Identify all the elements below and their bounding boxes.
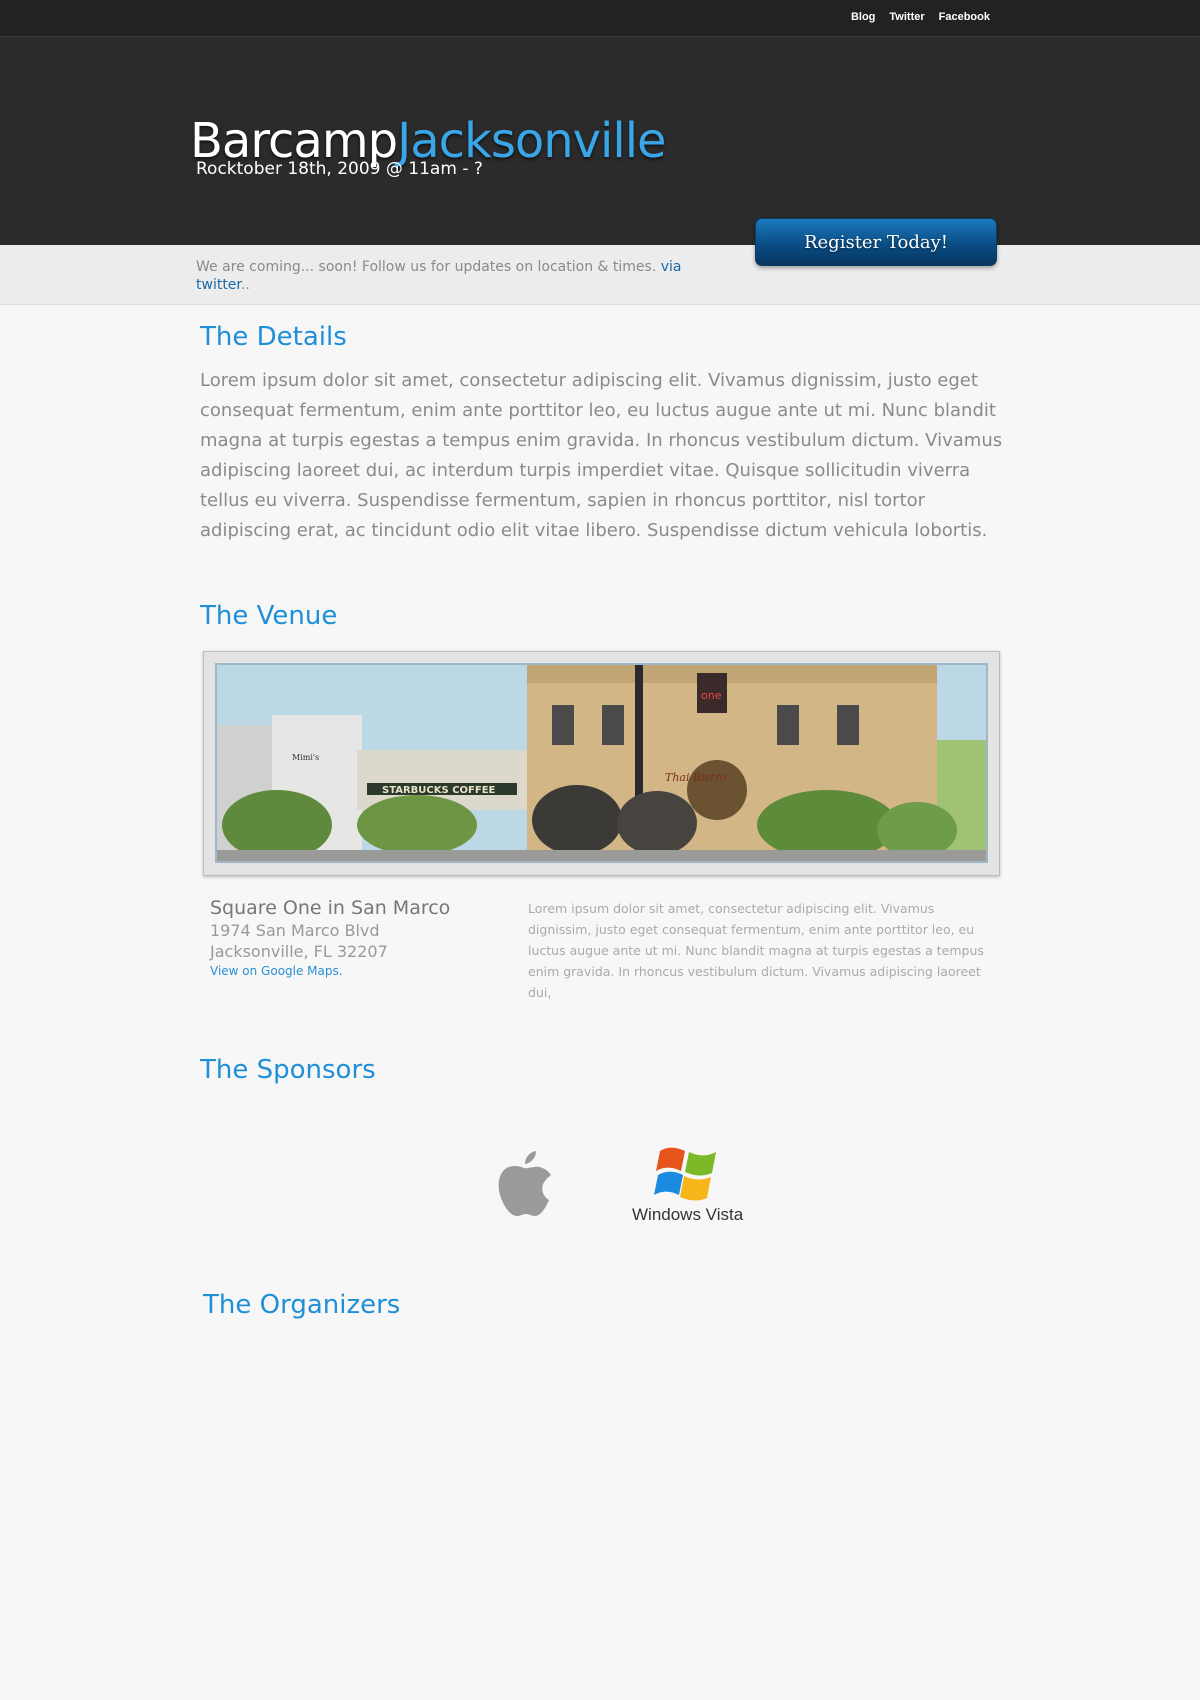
nav-link-twitter[interactable]: Twitter	[889, 11, 924, 23]
venue-info: Square One in San Marco 1974 San Marco B…	[210, 896, 510, 978]
venue-address-line2: Jacksonville, FL 32207	[210, 942, 388, 961]
sign-mimis: Mimi's	[292, 753, 319, 762]
sponsor-windows-vista[interactable]: Windows Vista	[632, 1143, 752, 1225]
notice-text: We are coming... soon! Follow us for upd…	[196, 258, 716, 294]
details-body: Lorem ipsum dolor sit amet, consectetur …	[200, 370, 1003, 541]
hero-header: BarcampJacksonville Rocktober 18th, 2009…	[0, 37, 1200, 245]
notice-suffix: ..	[240, 277, 250, 293]
nav-link-blog[interactable]: Blog	[851, 11, 875, 23]
nav-link-facebook[interactable]: Facebook	[939, 11, 990, 23]
sign-starbucks: STARBUCKS COFFEE	[382, 785, 496, 796]
apple-logo-icon	[498, 1151, 551, 1216]
venue-address-line1: 1974 San Marco Blvd	[210, 921, 380, 940]
venue-photo-frame: Mimi's STARBUCKS COFFEE one Thai Bistro	[203, 651, 1000, 876]
sponsors-heading: The Sponsors	[200, 1055, 376, 1085]
venue-photo: Mimi's STARBUCKS COFFEE one Thai Bistro	[215, 663, 988, 863]
windows-logo-icon	[654, 1147, 716, 1201]
venue-description: Lorem ipsum dolor sit amet, consectetur …	[528, 901, 984, 1000]
organizers-heading: The Organizers	[203, 1290, 401, 1320]
windows-vista-caption: Windows Vista	[632, 1205, 744, 1224]
sign-thai-bistro: Thai Bistro	[665, 771, 727, 784]
venue-photo-illustration: Mimi's STARBUCKS COFFEE one Thai Bistro	[217, 665, 986, 861]
google-maps-link[interactable]: View on Google Maps.	[210, 964, 510, 978]
top-bar: Blog Twitter Facebook	[0, 0, 1200, 37]
venue-name: Square One in San Marco	[210, 897, 451, 919]
details-heading: The Details	[200, 322, 347, 352]
notice-message: We are coming... soon! Follow us for upd…	[196, 259, 661, 275]
sign-one: one	[701, 689, 722, 702]
event-date-tagline: Rocktober 18th, 2009 @ 11am - ?	[196, 159, 483, 179]
register-button[interactable]: Register Today!	[755, 218, 997, 266]
top-nav: Blog Twitter Facebook	[851, 11, 990, 23]
sponsor-apple[interactable]	[495, 1150, 553, 1222]
venue-heading: The Venue	[200, 601, 338, 631]
notice-bar: We are coming... soon! Follow us for upd…	[0, 245, 1200, 305]
